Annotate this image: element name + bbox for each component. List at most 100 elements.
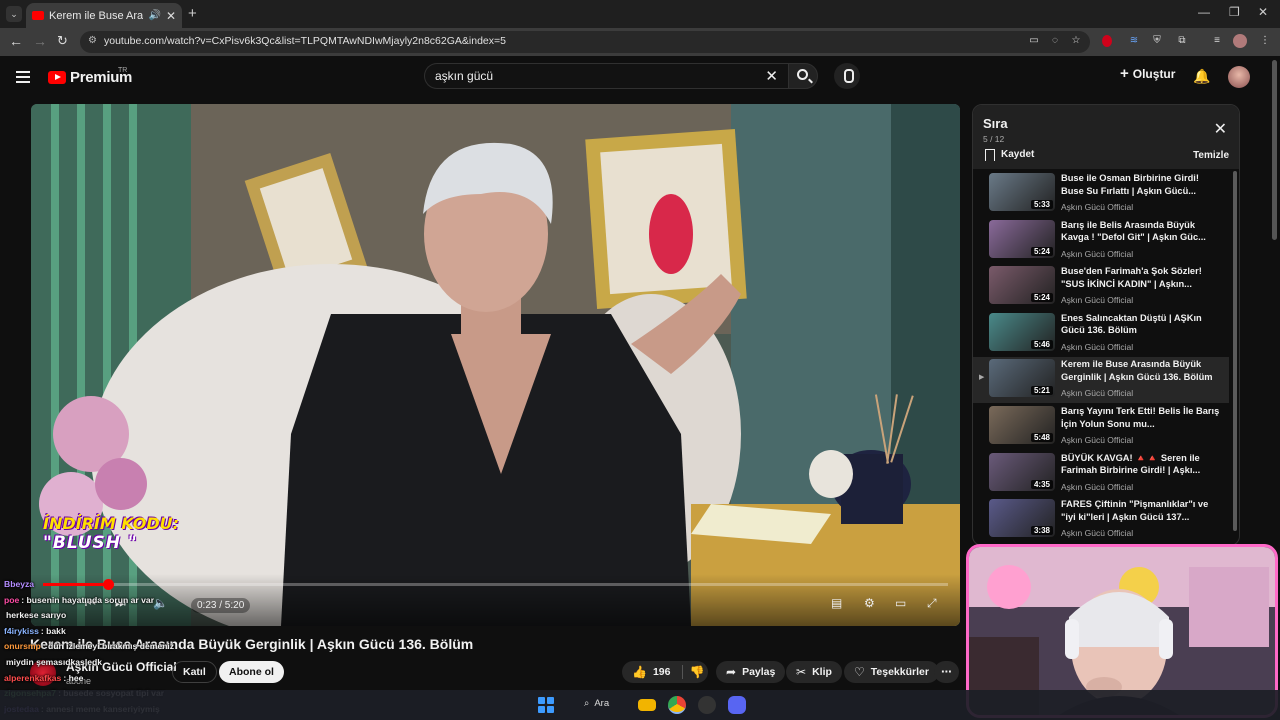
chat-text: miydin şemasıdkasledk	[6, 656, 103, 667]
playlist-item-title[interactable]: Kerem ile Buse Arasında Büyük Gerginlik …	[1061, 358, 1221, 383]
playlist-thumbnail[interactable]: 5:21	[989, 359, 1055, 398]
youtube-play-logo-icon	[48, 71, 66, 84]
save-playlist-button[interactable]: Kaydet	[985, 149, 1034, 161]
search-button[interactable]	[788, 63, 818, 89]
tab-title: Kerem ile Buse Arasında Bü	[49, 9, 144, 22]
playlist-item-title[interactable]: Buse'den Farimah'a Şok Sözler! "SUS İKİN…	[1061, 265, 1221, 290]
playlist-item[interactable]: 3:38 FARES Çiftinin "Pişmanlıklar"ı ve "i…	[973, 497, 1229, 543]
browser-toolbar: ← → ↻ ⚙ youtube.com/watch?v=CxPisv6k3Qc&…	[0, 28, 1280, 56]
playlist-item[interactable]: 5:33 Buse ile Osman Birbirine Girdi! Buse…	[973, 171, 1229, 217]
bookmark-star-icon[interactable]: ☆	[1069, 34, 1083, 48]
playlist-item-title[interactable]: Buse ile Osman Birbirine Girdi! Buse Su …	[1061, 172, 1221, 197]
playlist-item[interactable]: 5:48 Barış Yayını Terk Etti! Belis İle Ba…	[973, 404, 1229, 450]
voice-search-icon[interactable]	[834, 63, 860, 89]
extension-wave-icon[interactable]: ≋	[1127, 34, 1141, 48]
file-explorer-icon[interactable]	[638, 699, 656, 711]
playlist-item[interactable]: 4:35 BÜYÜK KAVGA! 🔺🔺 Seren ile Farimah Bi…	[973, 451, 1229, 497]
clear-playlist-button[interactable]: Temizle	[1193, 150, 1229, 161]
fullscreen-icon[interactable]: ⤢	[927, 596, 937, 611]
playlist-item[interactable]: 5:46 Enes Salıncaktan Düştü | AŞKın Gücü …	[973, 311, 1229, 357]
playlist-item-channel: Aşkın Gücü Official	[1061, 481, 1134, 492]
playlist-thumbnail[interactable]: 4:35	[989, 452, 1055, 491]
discord-icon[interactable]	[728, 696, 746, 714]
page-scrollbar[interactable]	[1272, 60, 1277, 240]
chrome-icon[interactable]	[668, 696, 686, 714]
forward-icon[interactable]: →	[33, 33, 47, 49]
chat-username[interactable]: Bbeyza	[4, 579, 34, 589]
playlist-item[interactable]: ▶ 5:21 Kerem ile Buse Arasında Büyük Gergi…	[973, 357, 1229, 404]
share-button[interactable]: ➦ Paylaş	[716, 661, 786, 683]
browser-menu-icon[interactable]: ⋮	[1258, 34, 1272, 48]
reload-icon[interactable]: ↻	[57, 33, 68, 49]
more-actions-icon[interactable]: ⋯	[934, 661, 959, 683]
like-count[interactable]: 196	[653, 661, 671, 683]
windows-start-icon[interactable]	[538, 697, 554, 713]
playlist-item-title[interactable]: BÜYÜK KAVGA! 🔺🔺 Seren ile Farimah Birbir…	[1061, 452, 1221, 477]
playlist-item-title[interactable]: FARES Çiftinin "Pişmanlıklar"ı ve "iyi k…	[1061, 498, 1221, 523]
playlist-thumbnail[interactable]: 5:46	[989, 312, 1055, 351]
youtube-logo[interactable]: Premium TR	[48, 67, 132, 86]
cast-icon[interactable]: ▭	[1027, 34, 1041, 48]
duration-badge: 5:48	[1030, 433, 1053, 442]
clear-search-icon[interactable]: ✕	[765, 67, 778, 85]
close-tab-icon[interactable]: ✕	[166, 9, 176, 23]
thanks-label: Teşekkürler	[870, 666, 929, 678]
clip-button[interactable]: ✂ Klip	[786, 661, 842, 683]
chat-message: herkese sarıyo	[4, 608, 224, 624]
restore-icon[interactable]: ❐	[1229, 5, 1240, 19]
close-window-icon[interactable]: ✕	[1258, 5, 1268, 19]
like-icon[interactable]: 👍	[632, 661, 647, 683]
video-player[interactable]: İNDİRİM KODU: "BLUSH " ⏮ ⏭ 🔈 0:23 / 5:20…	[31, 104, 960, 626]
playlist-item[interactable]: 5:24 Barış ile Belis Arasında Büyük Kavga…	[973, 218, 1229, 264]
chat-message: alperenkafkas: hee	[4, 671, 224, 687]
thanks-button[interactable]: ♡ Teşekkürler	[844, 661, 939, 683]
playlist-thumbnail[interactable]: 5:48	[989, 406, 1055, 444]
taskbar-search[interactable]: ⌕ Ara	[584, 698, 609, 709]
speaker-icon[interactable]: 🔊	[148, 10, 160, 21]
menu-icon[interactable]	[16, 71, 30, 86]
playlist-item-channel: Aşkın Gücü Official	[1061, 202, 1134, 212]
playlist-item-channel: Aşkın Gücü Official	[1061, 341, 1134, 352]
notifications-bell-icon[interactable]: 🔔	[1193, 68, 1210, 85]
scissors-icon: ✂	[796, 665, 807, 679]
address-bar[interactable]: ⚙ youtube.com/watch?v=CxPisv6k3Qc&list=T…	[80, 31, 1090, 53]
tab-search-icon[interactable]: ⌄	[6, 6, 22, 22]
theater-mode-icon[interactable]: ▭	[895, 596, 906, 610]
hide-icon[interactable]: ◌	[1048, 34, 1062, 48]
back-icon[interactable]: ←	[9, 33, 23, 49]
playlist-thumbnail[interactable]: 5:24	[989, 219, 1055, 258]
minimize-icon[interactable]: —	[1198, 5, 1210, 19]
playlist-item[interactable]: 5:24 Buse'den Farimah'a Şok Sözler! "SUS …	[973, 264, 1229, 310]
playlist-thumbnail[interactable]: 3:38	[989, 499, 1055, 538]
extension-ublock-icon[interactable]: ⛨	[1150, 34, 1164, 48]
playlist-header: Sıra 5 / 12 ✕ Kaydet Temizle	[973, 105, 1239, 169]
chat-username[interactable]: f4irykiss	[4, 626, 39, 636]
new-tab-icon[interactable]: +	[188, 5, 197, 22]
share-label: Paylaş	[742, 666, 776, 678]
close-playlist-icon[interactable]: ✕	[1214, 119, 1227, 139]
chat-username[interactable]: poe	[4, 595, 19, 605]
playlist-item-title[interactable]: Barış ile Belis Arasında Büyük Kavga ! "…	[1061, 219, 1221, 244]
profile-avatar-icon[interactable]	[1233, 34, 1247, 48]
playlist-thumbnail[interactable]: 5:33	[989, 173, 1055, 211]
subtitles-icon[interactable]: ▤	[831, 596, 842, 610]
playlist-title[interactable]: Sıra	[983, 116, 1008, 131]
account-avatar[interactable]	[1228, 66, 1250, 88]
reading-list-icon[interactable]: ≡	[1210, 34, 1224, 48]
settings-gear-icon[interactable]: ⚙	[864, 596, 875, 610]
playlist-thumbnail[interactable]: 5:24	[989, 266, 1055, 305]
chat-username[interactable]: alperenkafkas	[4, 673, 61, 683]
playlist-item-title[interactable]: Enes Salıncaktan Düştü | AŞKın Gücü 136.…	[1061, 312, 1221, 337]
subscribe-button[interactable]: Abone ol	[219, 661, 284, 683]
dislike-icon[interactable]: 👎	[689, 661, 704, 683]
search-input[interactable]: aşkın gücü ✕	[424, 63, 788, 89]
chat-username[interactable]: onursmp	[4, 641, 41, 651]
playlist-scrollbar[interactable]	[1233, 171, 1237, 531]
site-info-icon[interactable]: ⚙	[88, 35, 97, 46]
obs-icon[interactable]	[698, 696, 716, 714]
extension-red-icon[interactable]	[1102, 35, 1112, 47]
create-button[interactable]: + Oluştur	[1120, 66, 1175, 81]
extensions-puzzle-icon[interactable]: ⧉	[1175, 34, 1189, 48]
playlist-item-title[interactable]: Barış Yayını Terk Etti! Belis İle Barış …	[1061, 405, 1221, 430]
browser-tab[interactable]: Kerem ile Buse Arasında Bü 🔊 ✕	[26, 3, 182, 28]
